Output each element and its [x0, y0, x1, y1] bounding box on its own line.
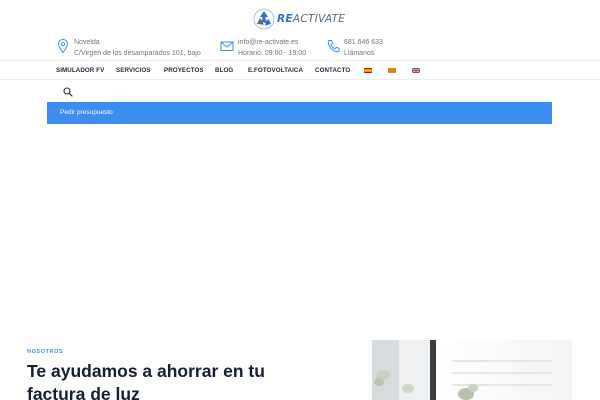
search-bar[interactable] [47, 82, 552, 102]
nav-item-servicios[interactable]: SERVICIOS [116, 67, 150, 74]
map-pin-icon [57, 38, 69, 54]
envelope-icon [220, 41, 234, 51]
about-photo [372, 340, 572, 400]
phone-cta: Llámanos [344, 50, 375, 57]
email-address[interactable]: info@re-activate.es [238, 37, 306, 48]
phone-icon [327, 40, 340, 53]
location-address: C/Virgen de los desamparados 101, bajo [74, 50, 201, 57]
nav-item-simulador[interactable]: SIMULADOR FV [56, 67, 104, 74]
nav-item-contacto[interactable]: CONTACTO [315, 67, 350, 74]
phone-number[interactable]: 681 646 633 [344, 37, 383, 48]
nav-item-blog[interactable]: BLOG [215, 67, 233, 74]
location-city: Novelda [74, 39, 100, 46]
main-nav: SIMULADOR FV SERVICIOS PROYECTOS BLOG E.… [0, 60, 600, 80]
nav-item-proyectos[interactable]: PROYECTOS [164, 67, 204, 74]
contact-location: Novelda C/Virgen de los desamparados 101… [56, 37, 201, 59]
catalan-flag-icon[interactable] [388, 68, 396, 73]
opening-hours: Horario: 09:00 - 19:00 [238, 50, 307, 57]
quote-request-button[interactable]: Pedir presupuesto [47, 102, 552, 124]
section-eyebrow: NOSOTROS [27, 349, 64, 355]
spanish-flag-icon[interactable] [364, 68, 372, 73]
contact-email: info@re-activate.es Horario: 09:00 - 19:… [220, 37, 306, 59]
uk-flag-icon[interactable] [412, 68, 420, 73]
search-icon[interactable] [63, 87, 73, 97]
logo-wordmark: REACTIVATE [277, 13, 346, 25]
section-headline: Te ayudamos a ahorrar en tu factura de l… [27, 361, 265, 400]
site-logo[interactable]: REACTIVATE [253, 8, 345, 30]
contact-phone: 681 646 633 Llámanos [326, 37, 383, 59]
quote-request-label: Pedir presupuesto [60, 109, 113, 116]
page: REACTIVATE Novelda C/Virgen de los desam… [0, 0, 600, 400]
recycle-logo-icon [253, 8, 275, 30]
nav-item-fotovoltaica[interactable]: E.FOTOVOLTAICA [248, 67, 303, 74]
